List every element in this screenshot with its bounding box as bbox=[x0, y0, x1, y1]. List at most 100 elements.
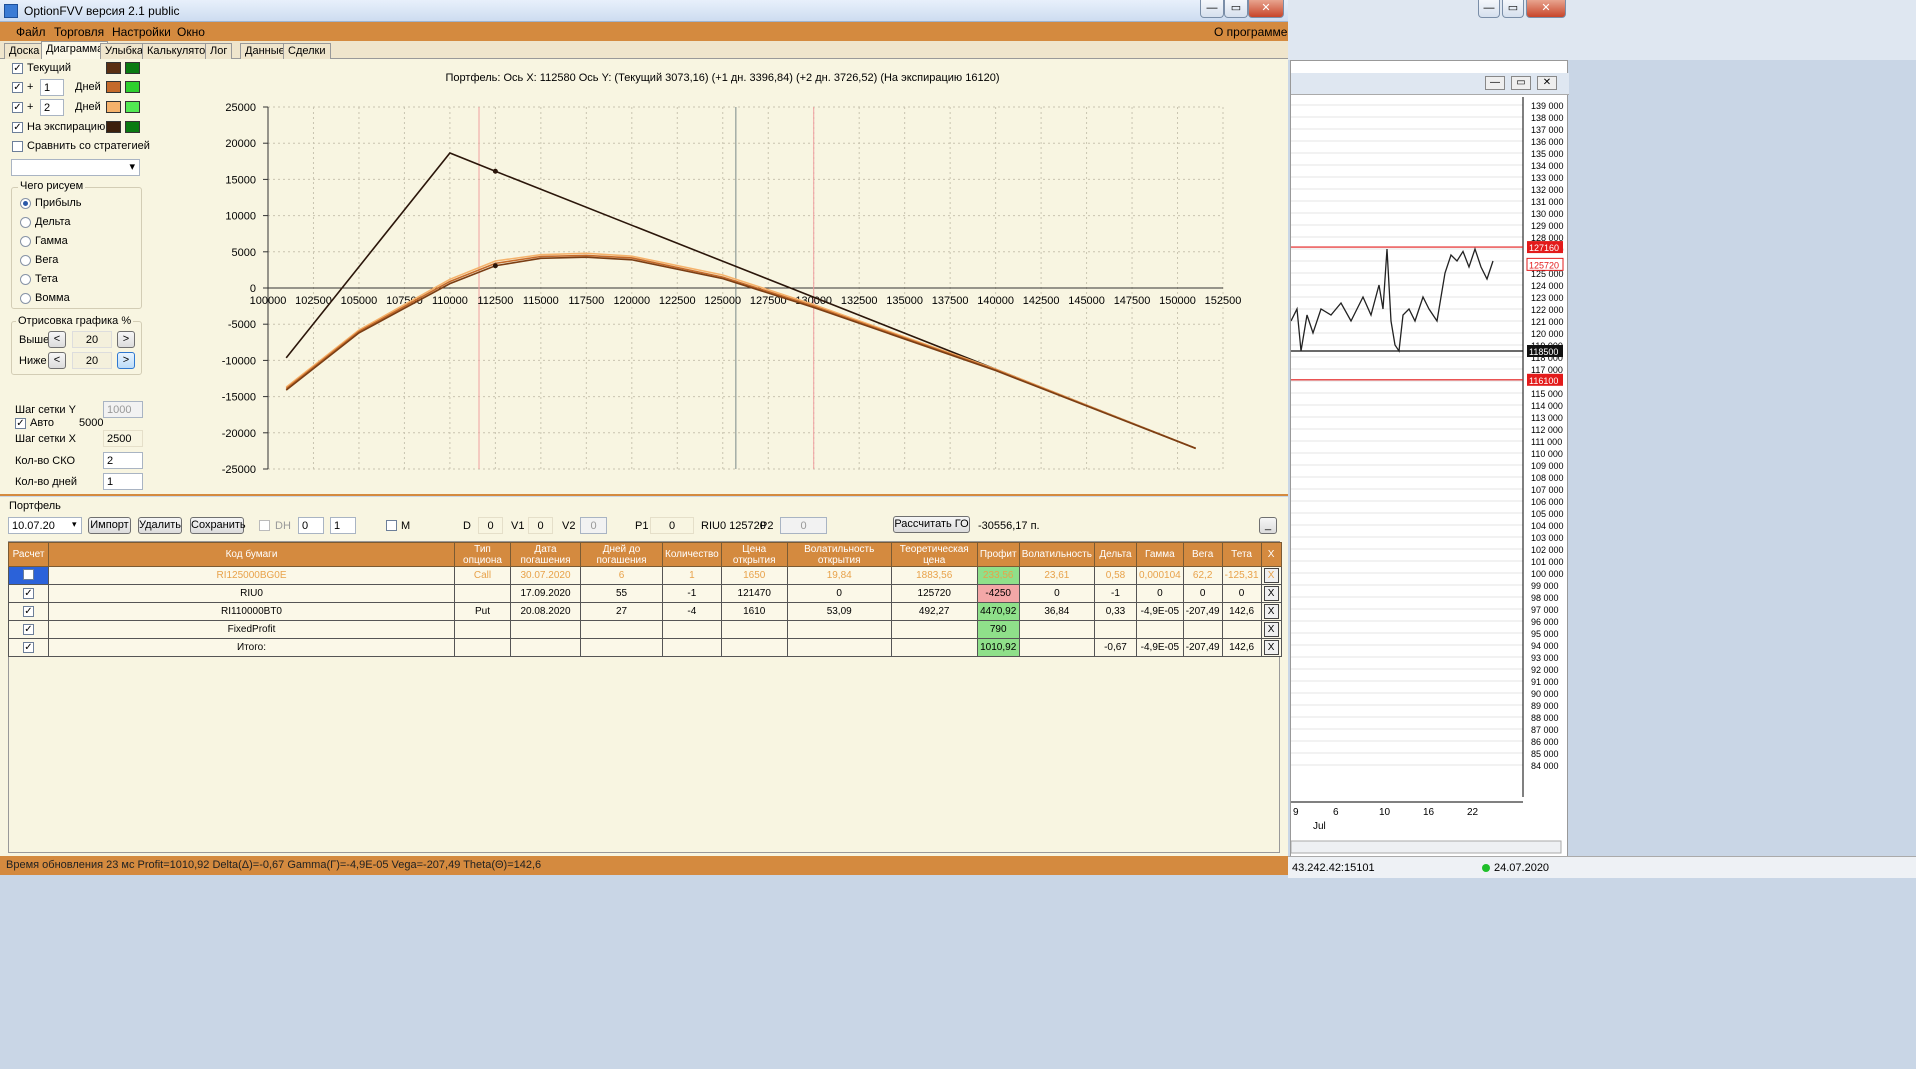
row-calc-cell[interactable] bbox=[8, 566, 49, 585]
row-delete-button[interactable]: X bbox=[1263, 586, 1279, 601]
cell-code[interactable]: RIU0 bbox=[48, 584, 455, 603]
column-header[interactable]: Вега bbox=[1182, 542, 1223, 567]
cell-price[interactable] bbox=[720, 638, 788, 657]
import-button[interactable]: Импорт bbox=[88, 517, 131, 534]
cell-code[interactable]: Итого: bbox=[48, 638, 455, 657]
bg-close-button[interactable]: ✕ bbox=[1526, 0, 1566, 18]
p1-input[interactable]: 0 bbox=[650, 517, 694, 534]
column-header[interactable]: Количество bbox=[662, 542, 722, 567]
compare-checkbox[interactable] bbox=[12, 141, 23, 152]
auto-checkbox[interactable]: ✓ bbox=[15, 418, 26, 429]
cell-qty[interactable]: -1 bbox=[662, 584, 722, 603]
cell-date[interactable] bbox=[510, 638, 581, 657]
cell-code[interactable]: FixedProfit bbox=[48, 620, 455, 639]
column-header[interactable]: Код бумаги bbox=[48, 542, 455, 567]
table-row[interactable]: ✓ Итого: 1010,92 -0,67 -4,9E-05 -207,49 142,6 X bbox=[8, 638, 1282, 657]
save-button[interactable]: Сохранить bbox=[190, 517, 246, 534]
cell-type[interactable]: Call bbox=[454, 566, 511, 585]
row-delete-button[interactable]: X bbox=[1263, 640, 1279, 655]
radio-profit[interactable] bbox=[20, 198, 31, 209]
cell-theta[interactable]: 142,6 bbox=[1221, 602, 1262, 621]
cell-type[interactable] bbox=[454, 584, 511, 603]
grid-x-input[interactable]: 2500 bbox=[103, 430, 143, 447]
row-calc-cell[interactable]: ✓ bbox=[8, 638, 49, 657]
column-header[interactable]: Расчет bbox=[8, 542, 49, 567]
cell-theta[interactable]: 142,6 bbox=[1221, 638, 1262, 657]
row-calc-cell[interactable]: ✓ bbox=[8, 584, 49, 603]
cell-profit[interactable]: 1010,92 bbox=[976, 638, 1020, 657]
cell-date[interactable]: 30.07.2020 bbox=[510, 566, 581, 585]
p2-input[interactable]: 0 bbox=[780, 517, 827, 534]
cell-vega[interactable]: -207,49 bbox=[1182, 602, 1223, 621]
maximize-button[interactable]: ▭ bbox=[1224, 0, 1248, 18]
cell-vega[interactable]: 62,2 bbox=[1182, 566, 1223, 585]
cell-price[interactable] bbox=[720, 620, 788, 639]
cell-type[interactable] bbox=[454, 620, 511, 639]
cell-vol_open[interactable]: 19,84 bbox=[786, 566, 892, 585]
row-calc-cell[interactable]: ✓ bbox=[8, 602, 49, 621]
cell-type[interactable]: Put bbox=[454, 602, 511, 621]
tab-log[interactable]: Лог bbox=[205, 43, 233, 59]
column-header[interactable]: X bbox=[1260, 542, 1282, 567]
cell-vol[interactable]: 0 bbox=[1018, 584, 1095, 603]
cell-delta[interactable]: -0,67 bbox=[1093, 638, 1137, 657]
cell-type[interactable] bbox=[454, 638, 511, 657]
cell-days[interactable]: 27 bbox=[580, 602, 663, 621]
delete-button[interactable]: Удалить bbox=[138, 517, 182, 534]
cell-days[interactable]: 6 bbox=[580, 566, 663, 585]
cell-date[interactable]: 20.08.2020 bbox=[510, 602, 581, 621]
row-calc-checkbox[interactable]: ✓ bbox=[23, 624, 34, 635]
dh-b-spinner[interactable]: 1 bbox=[330, 517, 356, 534]
sko-input[interactable]: 2 bbox=[103, 452, 143, 469]
cell-profit[interactable]: -4250 bbox=[976, 584, 1020, 603]
cell-date[interactable]: 17.09.2020 bbox=[510, 584, 581, 603]
cell-qty[interactable]: -4 bbox=[662, 602, 722, 621]
minimize-button[interactable]: — bbox=[1200, 0, 1224, 18]
cell-theo[interactable]: 1883,56 bbox=[890, 566, 978, 585]
cell-vol_open[interactable] bbox=[786, 620, 892, 639]
radio-vega[interactable] bbox=[20, 255, 31, 266]
expiry-checkbox[interactable]: ✓ bbox=[12, 122, 23, 133]
row-calc-checkbox[interactable]: ✓ bbox=[23, 642, 34, 653]
plus2-checkbox[interactable]: ✓ bbox=[12, 102, 23, 113]
cell-theo[interactable]: 125720 bbox=[890, 584, 978, 603]
cell-gamma[interactable] bbox=[1135, 620, 1184, 639]
column-header[interactable]: Волатильность bbox=[1018, 542, 1095, 567]
tab-board[interactable]: Доска bbox=[4, 43, 45, 59]
calc-go-button[interactable]: Рассчитать ГО bbox=[893, 516, 970, 533]
row-delete-button[interactable]: X bbox=[1263, 568, 1279, 583]
ndays-input[interactable]: 1 bbox=[103, 473, 143, 490]
radio-gamma[interactable] bbox=[20, 236, 31, 247]
column-header[interactable]: Дельта bbox=[1093, 542, 1137, 567]
row-calc-checkbox[interactable]: ✓ bbox=[23, 606, 34, 617]
bg-minimize-button[interactable]: — bbox=[1478, 0, 1500, 18]
column-header[interactable]: Тета bbox=[1221, 542, 1262, 567]
column-header[interactable]: Волатильность открытия bbox=[786, 542, 892, 567]
d-input[interactable]: 0 bbox=[478, 517, 503, 534]
grid-y-input[interactable]: 1000 bbox=[103, 401, 143, 418]
bg-maximize-button[interactable]: ▭ bbox=[1502, 0, 1524, 18]
above-increase-button[interactable]: > bbox=[117, 331, 135, 348]
collapse-button[interactable]: _ bbox=[1259, 517, 1277, 534]
cell-gamma[interactable]: 0 bbox=[1135, 584, 1184, 603]
cell-price[interactable]: 1650 bbox=[720, 566, 788, 585]
plus2-color-a[interactable] bbox=[106, 101, 121, 113]
chart-close-button[interactable]: ✕ bbox=[1537, 76, 1557, 90]
cell-gamma[interactable]: 0,000104 bbox=[1135, 566, 1184, 585]
column-header[interactable]: Дней до погашения bbox=[580, 542, 663, 567]
cell-qty[interactable]: 1 bbox=[662, 566, 722, 585]
table-row[interactable]: ✓ RI110000BT0 Put 20.08.2020 27 -4 1610 53,09 49… bbox=[8, 602, 1282, 621]
row-delete-button[interactable]: X bbox=[1263, 622, 1279, 637]
menu-trading[interactable]: Торговля bbox=[54, 25, 104, 39]
cell-days[interactable] bbox=[580, 620, 663, 639]
tab-smile[interactable]: Улыбка bbox=[100, 43, 149, 59]
cell-days[interactable] bbox=[580, 638, 663, 657]
cell-vol_open[interactable]: 0 bbox=[786, 584, 892, 603]
close-button[interactable]: ✕ bbox=[1248, 0, 1284, 18]
cell-theo[interactable] bbox=[890, 620, 978, 639]
plus1-checkbox[interactable]: ✓ bbox=[12, 82, 23, 93]
dh-checkbox[interactable] bbox=[259, 520, 270, 531]
cell-vol_open[interactable]: 53,09 bbox=[786, 602, 892, 621]
plus2-days-input[interactable]: 2 bbox=[40, 99, 64, 116]
menu-window[interactable]: Окно bbox=[177, 25, 205, 39]
